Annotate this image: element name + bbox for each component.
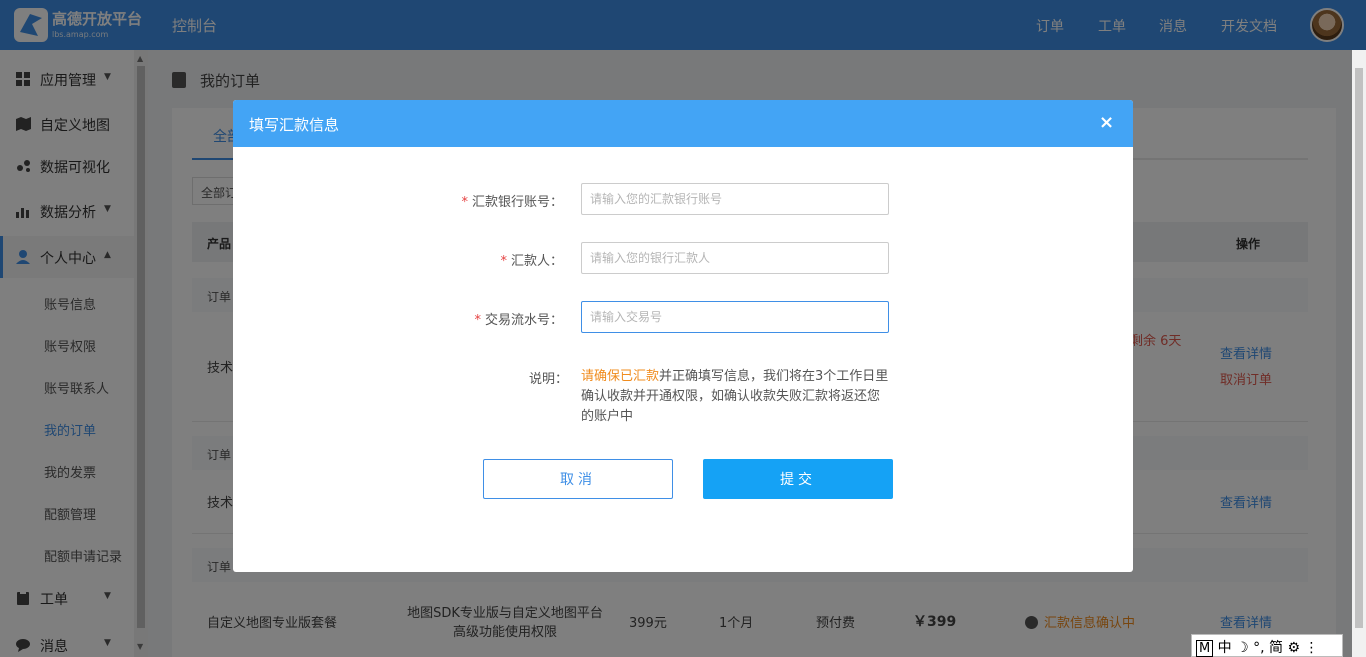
ime-mode[interactable]: M [1196,640,1214,657]
transaction-no-input[interactable] [581,301,889,333]
submit-button[interactable]: 提交 [703,459,893,499]
page-scrollbar[interactable] [1352,50,1366,657]
note-label: 说明： [529,372,569,387]
remittance-modal: 填写汇款信息 × *汇款银行账号： *汇款人： *交易流水号： 说明： 请确保已… [233,100,1133,572]
modal-title: 填写汇款信息 [249,116,340,134]
note-text: 请确保已汇款并正确填写信息，我们将在3个工作日里确认收款并开通权限，如确认收款失… [581,367,891,427]
ime-status[interactable]: 中 ☽ °, 简 ⚙ ⋮ [1218,640,1319,656]
bank-account-input[interactable] [581,183,889,215]
modal-header: 填写汇款信息 × [233,100,1133,147]
remitter-input[interactable] [581,242,889,274]
transaction-no-label: * 交易流水号： [474,313,563,328]
note-highlight: 请确保已汇款 [581,369,660,384]
cancel-button[interactable]: 取消 [483,459,673,499]
close-icon[interactable]: × [1099,112,1114,133]
bank-account-label: * 汇款银行账号： [461,195,563,210]
remitter-label: * 汇款人： [500,254,563,269]
required-mark: * [461,195,468,210]
required-mark: * [474,313,481,328]
ime-toolbar[interactable]: M 中 ☽ °, 简 ⚙ ⋮ [1191,634,1343,657]
scrollbar-thumb[interactable] [1355,68,1363,628]
required-mark: * [500,254,507,269]
